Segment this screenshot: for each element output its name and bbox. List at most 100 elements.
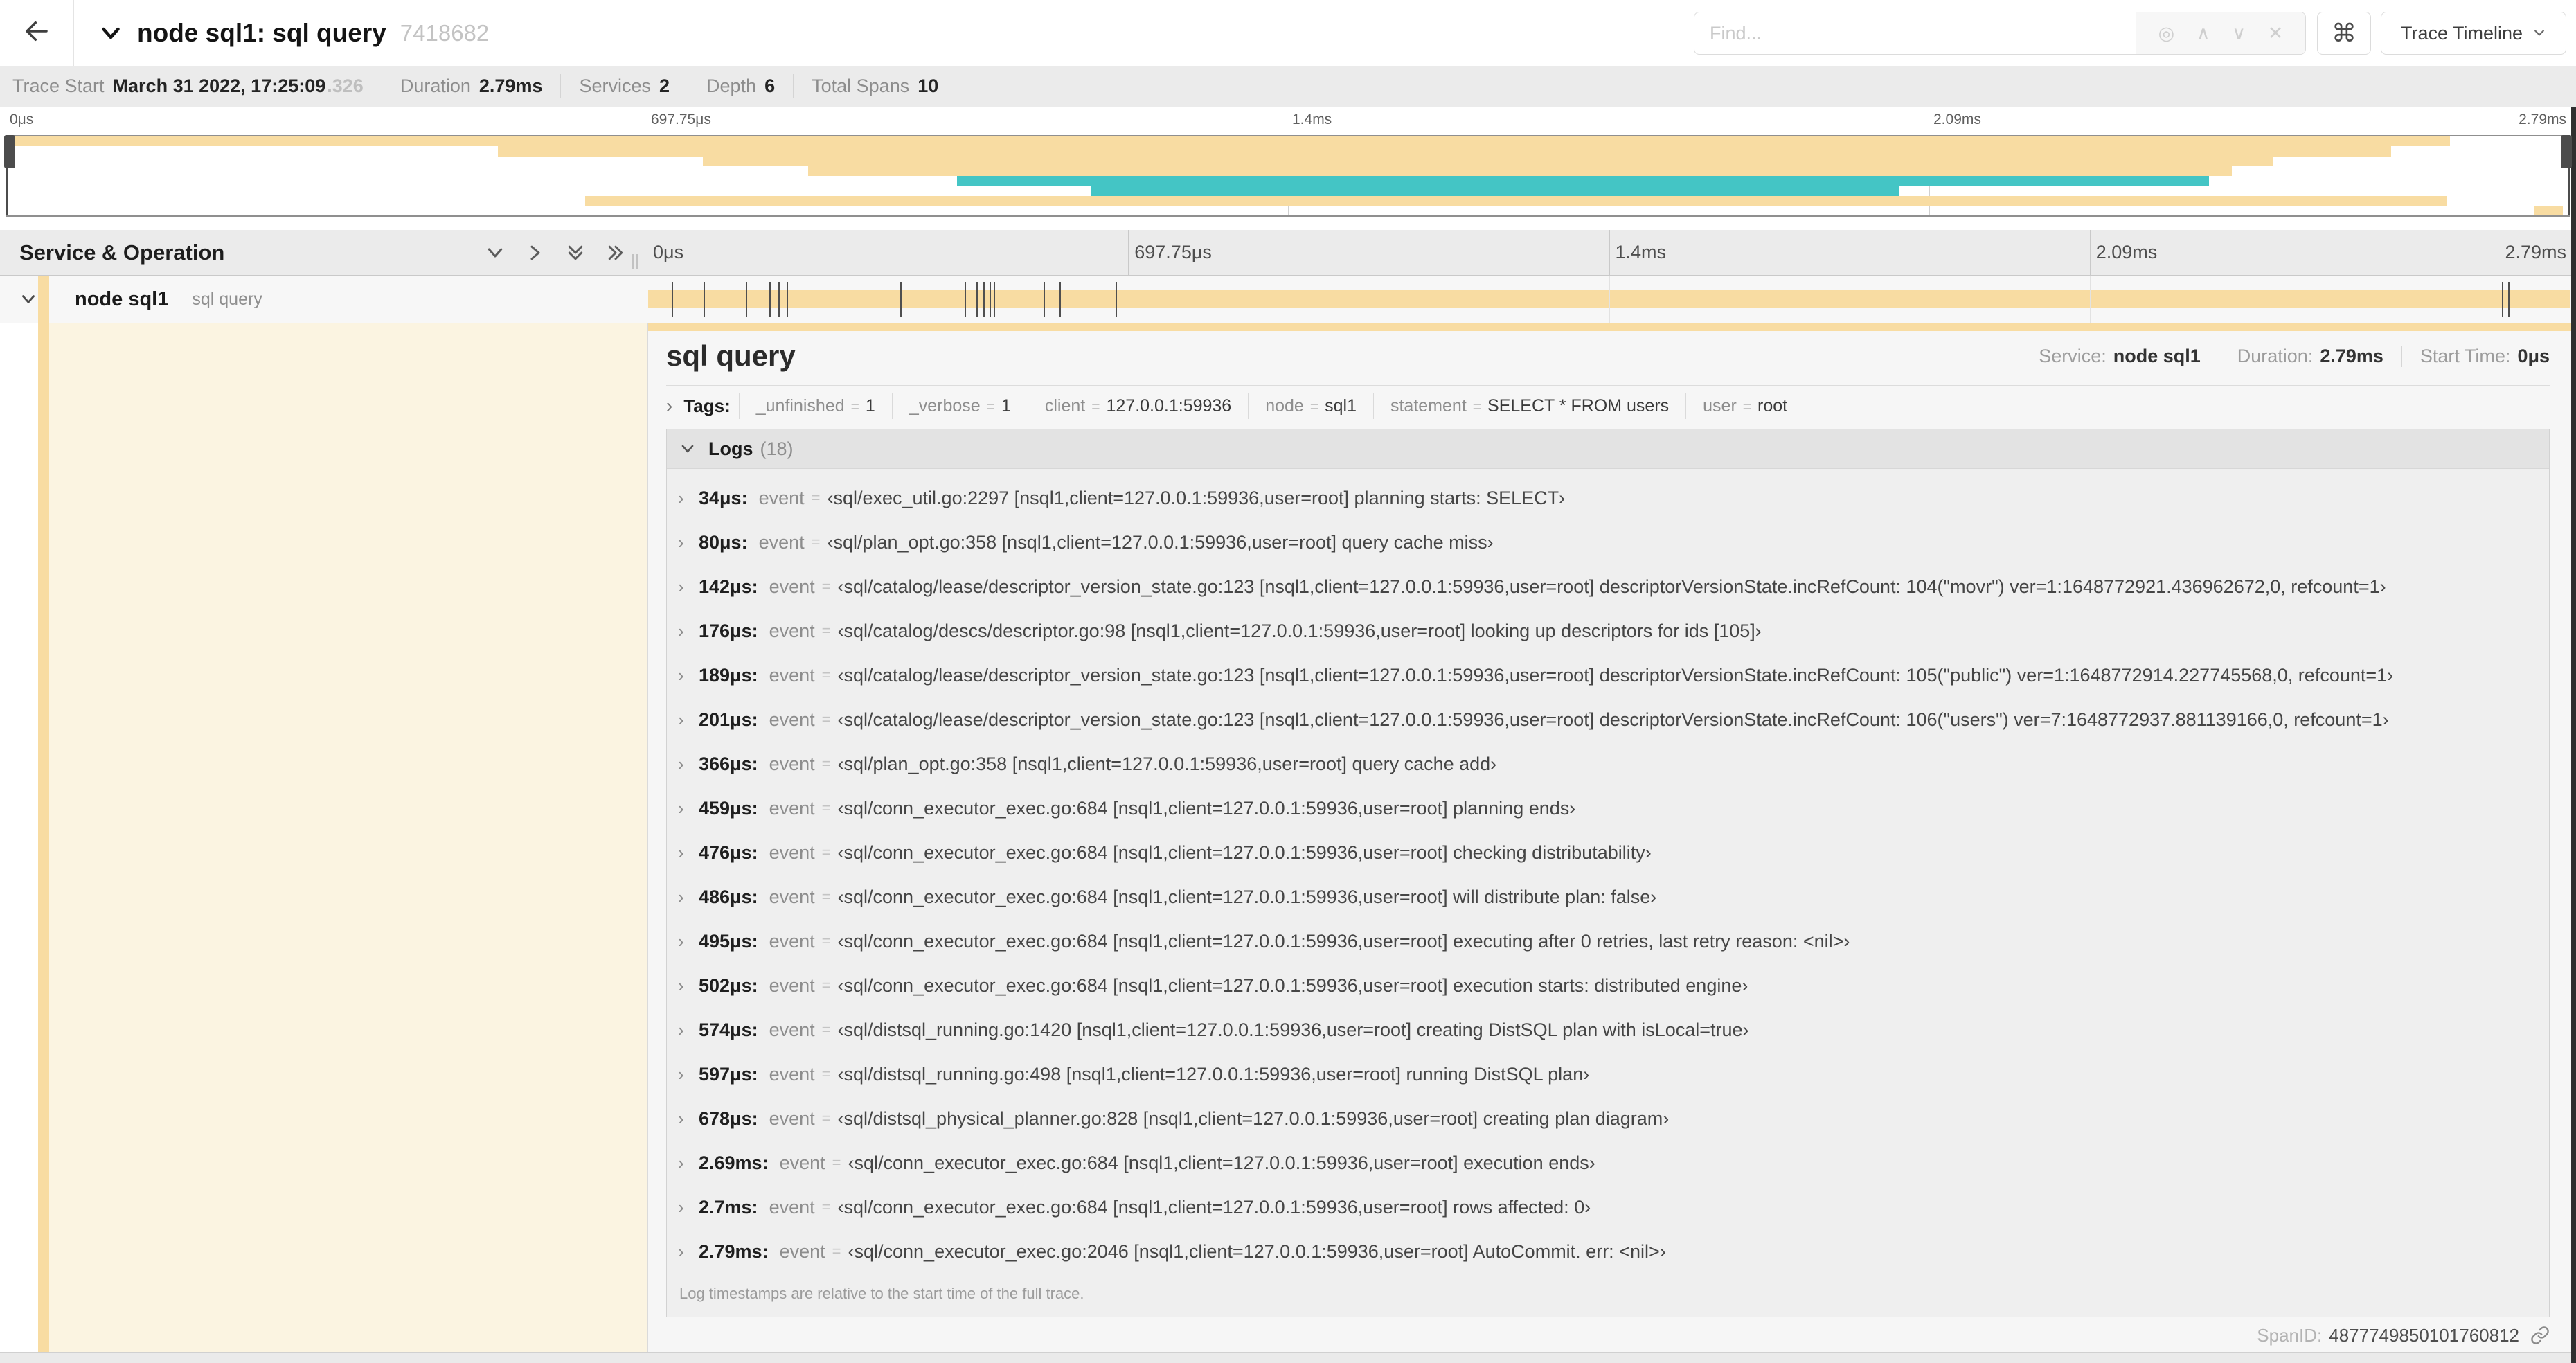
tag-item: client = 127.0.0.1:59936 xyxy=(1027,393,1248,419)
timeline-header: Service & Operation 0μs 697.75μs 1.4ms 2.09… xyxy=(0,230,2576,276)
log-row[interactable]: › 597μs: event = ‹sql/distsql_running.go:498… xyxy=(667,1052,2549,1096)
ruler-tick-label: 697.75μs xyxy=(651,112,711,127)
find-group: ◎ ∧ ∨ ✕ xyxy=(1694,12,2306,55)
minimap-span-bar xyxy=(703,156,2273,166)
span-detail-title: sql query xyxy=(666,339,796,372)
detail-left-gutter xyxy=(0,323,38,1352)
minimap-left-handle[interactable] xyxy=(4,135,15,168)
timeline-header-icons xyxy=(485,242,647,263)
minimap-right-handle[interactable] xyxy=(2561,135,2572,168)
log-row[interactable]: › 502μs: event = ‹sql/conn_executor_exec.go:… xyxy=(667,963,2549,1008)
log-row[interactable]: › 80μs: event = ‹sql/plan_opt.go:358 [nsql1,… xyxy=(667,520,2549,564)
clear-icon[interactable]: ✕ xyxy=(2268,23,2284,44)
log-tick-mark xyxy=(778,282,780,317)
log-row[interactable]: › 366μs: event = ‹sql/plan_opt.go:358 [nsql1… xyxy=(667,742,2549,786)
trace-title-group: node sql1: sql query 7418682 xyxy=(98,0,489,66)
log-tick-mark xyxy=(2501,282,2503,317)
tag-item: statement = SELECT * FROM users xyxy=(1372,393,1685,419)
log-tick-mark xyxy=(2508,282,2510,317)
ruler-tick-label: 0μs xyxy=(10,112,34,127)
minimap-left-scrubber[interactable] xyxy=(4,135,15,215)
deep-link-icon[interactable] xyxy=(2530,1326,2550,1345)
log-row[interactable]: › 476μs: event = ‹sql/conn_executor_exec.go:… xyxy=(667,830,2549,875)
locate-icon[interactable]: ◎ xyxy=(2158,23,2175,44)
service-color-stripe xyxy=(38,276,49,323)
detail-meta-item: Duration: 2.79ms xyxy=(2218,345,2401,367)
expand-one-icon[interactable] xyxy=(525,242,546,263)
spanid-value: 4877749850101760812 xyxy=(2329,1324,2519,1346)
service-operation-title: Service & Operation xyxy=(19,240,225,265)
logs-header[interactable]: Logs (18) xyxy=(667,429,2549,469)
trace-view-select-label: Trace Timeline xyxy=(2400,22,2523,44)
collapse-one-icon[interactable] xyxy=(485,242,506,263)
app-header: node sql1: sql query 7418682 ◎ ∧ ∨ ✕ ⌘ Trac… xyxy=(0,0,2576,66)
log-row[interactable]: › 142μs: event = ‹sql/catalog/lease/descript… xyxy=(667,564,2549,609)
next-row-edge xyxy=(0,1352,2576,1363)
log-row[interactable]: › 189μs: event = ‹sql/catalog/lease/descript… xyxy=(667,653,2549,697)
expand-all-icon[interactable] xyxy=(605,242,626,263)
tag-item: _unfinished = 1 xyxy=(738,393,892,419)
trace-summary-item: Services 2 xyxy=(560,74,688,98)
log-tick-mark xyxy=(1044,282,1046,317)
trace-summary-item: Total Spans 10 xyxy=(793,74,956,98)
minimap-right-scrubber[interactable] xyxy=(2561,135,2572,215)
chevron-down-icon xyxy=(2532,23,2546,44)
chevron-up-icon[interactable]: ∧ xyxy=(2197,23,2210,44)
log-tick-mark xyxy=(994,282,996,317)
collapse-trace-header-icon[interactable] xyxy=(98,21,123,46)
timeline-gridline xyxy=(2090,276,2091,323)
chevron-down-icon[interactable]: ∨ xyxy=(2232,23,2246,44)
command-icon: ⌘ xyxy=(2332,19,2356,47)
ruler-tick-label: 1.4ms xyxy=(1609,230,1666,275)
minimap-canvas[interactable] xyxy=(4,135,2572,217)
column-resize-handle[interactable] xyxy=(632,254,638,269)
timeline-ruler: 0μs 697.75μs 1.4ms 2.09ms 2.79ms xyxy=(647,230,2570,275)
minimap-tick-labels: 0μs 697.75μs 1.4ms 2.09ms 2.79ms xyxy=(6,109,2570,134)
spanid-row: SpanID: 4877749850101760812 xyxy=(666,1317,2550,1353)
find-input[interactable] xyxy=(1694,12,2136,54)
log-row[interactable]: › 459μs: event = ‹sql/conn_executor_exec.go:… xyxy=(667,786,2549,830)
minimap-span-bar xyxy=(808,166,2233,176)
detail-left-column xyxy=(49,323,647,1352)
tags-accordion[interactable]: › Tags: _unfinished = 1 _verbose = 1 client = 12… xyxy=(666,386,2550,426)
detail-meta-item: Service: node sql1 xyxy=(2039,345,2201,366)
log-row[interactable]: › 486μs: event = ‹sql/conn_executor_exec.go:… xyxy=(667,875,2549,919)
span-collapse-icon[interactable] xyxy=(19,290,37,308)
log-row[interactable]: › 34μs: event = ‹sql/exec_util.go:2297 [nsql… xyxy=(667,476,2549,520)
log-row[interactable]: › 495μs: event = ‹sql/conn_executor_exec.go:… xyxy=(667,919,2549,963)
log-row[interactable]: › 2.79ms: event = ‹sql/conn_executor_exec.go… xyxy=(667,1229,2549,1274)
log-row[interactable]: › 201μs: event = ‹sql/catalog/lease/descript… xyxy=(667,697,2549,742)
timeline-header-left: Service & Operation xyxy=(0,230,647,275)
trace-view-select[interactable]: Trace Timeline xyxy=(2381,12,2566,55)
trace-id-short: 7418682 xyxy=(400,19,490,46)
log-tick-mark xyxy=(746,282,748,317)
log-row[interactable]: › 2.69ms: event = ‹sql/conn_executor_exec.go… xyxy=(667,1141,2549,1185)
back-button[interactable] xyxy=(0,0,74,66)
logs-count: (18) xyxy=(760,438,794,459)
log-tick-mark xyxy=(964,282,966,317)
span-row[interactable]: node sql1 sql query xyxy=(0,276,2576,323)
span-detail-meta: Service: node sql1 Duration: 2.79ms Start Ti… xyxy=(2021,345,2550,367)
vertical-scrollbar[interactable] xyxy=(2571,107,2576,1363)
ruler-tick-label: 1.4ms xyxy=(1292,112,1332,127)
minimap-span-bar xyxy=(585,195,2448,206)
minimap-span-bar xyxy=(957,176,2209,186)
timeline-gridline xyxy=(1609,276,1610,323)
trace-summary-bar: Trace Start March 31 2022, 17:25:09.326 Du… xyxy=(0,66,2576,107)
span-detail-row: sql query Service: node sql1 Duration: 2.79… xyxy=(0,323,2576,1352)
logs-accordion: Logs (18) › 34μs: event = ‹sql/exec_util.go:… xyxy=(666,429,2550,1317)
log-row[interactable]: › 678μs: event = ‹sql/distsql_physical_plann… xyxy=(667,1096,2549,1141)
service-color-stripe xyxy=(38,323,49,1352)
ruler-tick-label: 2.09ms xyxy=(2089,230,2157,275)
keyboard-shortcuts-button[interactable]: ⌘ xyxy=(2317,12,2371,55)
collapse-all-icon[interactable] xyxy=(565,242,586,263)
span-detail-panel: sql query Service: node sql1 Duration: 2.79… xyxy=(647,323,2576,1352)
log-row[interactable]: › 176μs: event = ‹sql/catalog/descs/descript… xyxy=(667,609,2549,653)
log-tick-mark xyxy=(1115,282,1117,317)
log-tick-mark xyxy=(976,282,978,317)
log-row[interactable]: › 2.7ms: event = ‹sql/conn_executor_exec.go:… xyxy=(667,1185,2549,1229)
log-row[interactable]: › 574μs: event = ‹sql/distsql_running.go:142… xyxy=(667,1008,2549,1052)
trace-summary-item: Trace Start March 31 2022, 17:25:09.326 xyxy=(12,75,364,96)
chevron-down-icon xyxy=(679,440,696,457)
ruler-tick-label: 2.79ms xyxy=(2505,242,2566,262)
